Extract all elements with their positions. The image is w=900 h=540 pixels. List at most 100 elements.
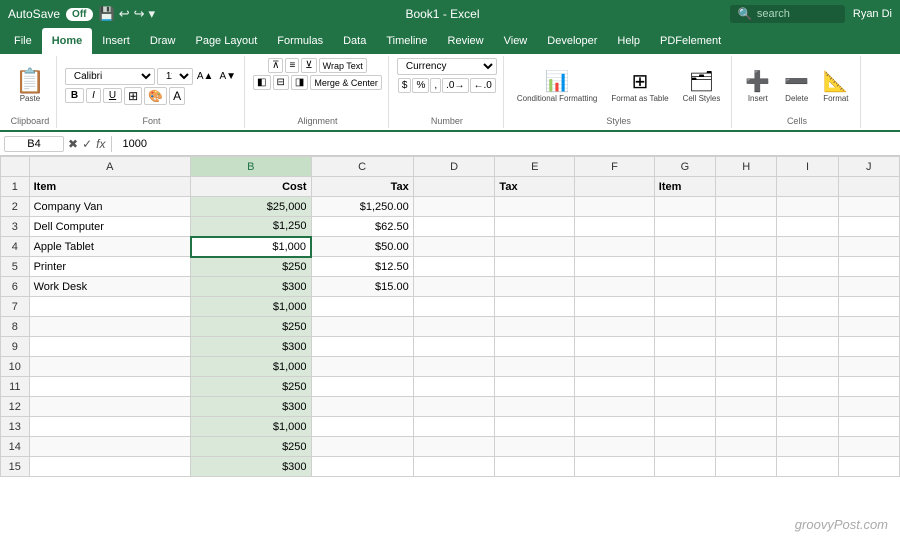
- cell-9-4[interactable]: [495, 337, 575, 357]
- col-header-f[interactable]: F: [575, 157, 655, 177]
- cell-6-5[interactable]: [575, 277, 655, 297]
- cell-6-6[interactable]: [654, 277, 715, 297]
- cell-2-8[interactable]: [777, 197, 838, 217]
- cell-15-1[interactable]: $300: [191, 457, 312, 477]
- row-header-13[interactable]: 13: [1, 417, 30, 437]
- delete-button[interactable]: ➖ Delete: [779, 66, 814, 106]
- tab-home[interactable]: Home: [42, 28, 93, 54]
- cell-9-1[interactable]: $300: [191, 337, 312, 357]
- tab-draw[interactable]: Draw: [140, 28, 186, 54]
- cell-1-8[interactable]: [777, 177, 838, 197]
- cell-11-5[interactable]: [575, 377, 655, 397]
- font-size-select[interactable]: 11: [157, 68, 193, 85]
- cell-7-2[interactable]: [311, 297, 413, 317]
- row-header-14[interactable]: 14: [1, 437, 30, 457]
- fill-color-button[interactable]: 🎨: [144, 87, 167, 105]
- cell-6-3[interactable]: [413, 277, 495, 297]
- col-header-b[interactable]: B: [191, 157, 312, 177]
- row-header-4[interactable]: 4: [1, 237, 30, 257]
- cell-4-0[interactable]: Apple Tablet: [29, 237, 190, 257]
- cell-6-1[interactable]: $300: [191, 277, 312, 297]
- save-icon[interactable]: 💾: [99, 6, 115, 22]
- row-header-1[interactable]: 1: [1, 177, 30, 197]
- cell-2-6[interactable]: [654, 197, 715, 217]
- cell-1-2[interactable]: Tax: [311, 177, 413, 197]
- align-middle-button[interactable]: ≡: [285, 58, 299, 73]
- undo-icon[interactable]: ↩: [119, 6, 130, 22]
- percent-button[interactable]: %: [412, 78, 429, 93]
- cell-15-7[interactable]: [716, 457, 777, 477]
- cell-1-6[interactable]: Item: [654, 177, 715, 197]
- col-header-d[interactable]: D: [413, 157, 495, 177]
- cell-13-8[interactable]: [777, 417, 838, 437]
- cell-5-5[interactable]: [575, 257, 655, 277]
- cell-10-2[interactable]: [311, 357, 413, 377]
- cell-15-4[interactable]: [495, 457, 575, 477]
- cell-7-4[interactable]: [495, 297, 575, 317]
- align-top-button[interactable]: ⊼: [268, 58, 283, 73]
- cell-5-7[interactable]: [716, 257, 777, 277]
- cell-2-9[interactable]: [838, 197, 899, 217]
- bold-button[interactable]: B: [65, 88, 84, 103]
- cell-styles-button[interactable]: 🗂 Cell Styles: [678, 66, 726, 106]
- col-header-e[interactable]: E: [495, 157, 575, 177]
- tab-help[interactable]: Help: [607, 28, 650, 54]
- cell-2-2[interactable]: $1,250.00: [311, 197, 413, 217]
- cell-9-2[interactable]: [311, 337, 413, 357]
- col-header-c[interactable]: C: [311, 157, 413, 177]
- cell-7-6[interactable]: [654, 297, 715, 317]
- cell-13-6[interactable]: [654, 417, 715, 437]
- row-header-12[interactable]: 12: [1, 397, 30, 417]
- cell-14-1[interactable]: $250: [191, 437, 312, 457]
- tab-review[interactable]: Review: [438, 28, 494, 54]
- tab-page-layout[interactable]: Page Layout: [185, 28, 267, 54]
- row-header-6[interactable]: 6: [1, 277, 30, 297]
- cell-5-1[interactable]: $250: [191, 257, 312, 277]
- format-button[interactable]: 📐 Format: [818, 66, 853, 106]
- cell-7-7[interactable]: [716, 297, 777, 317]
- cell-8-9[interactable]: [838, 317, 899, 337]
- cell-3-4[interactable]: [495, 217, 575, 237]
- cell-4-9[interactable]: [838, 237, 899, 257]
- cell-12-9[interactable]: [838, 397, 899, 417]
- col-header-i[interactable]: I: [777, 157, 838, 177]
- cell-3-0[interactable]: Dell Computer: [29, 217, 190, 237]
- cell-5-2[interactable]: $12.50: [311, 257, 413, 277]
- cell-13-9[interactable]: [838, 417, 899, 437]
- cell-3-9[interactable]: [838, 217, 899, 237]
- cell-1-0[interactable]: Item: [29, 177, 190, 197]
- cell-8-7[interactable]: [716, 317, 777, 337]
- autosave-badge[interactable]: Off: [66, 8, 92, 21]
- cell-11-9[interactable]: [838, 377, 899, 397]
- italic-button[interactable]: I: [86, 88, 101, 103]
- cell-9-3[interactable]: [413, 337, 495, 357]
- cell-2-5[interactable]: [575, 197, 655, 217]
- cell-1-9[interactable]: [838, 177, 899, 197]
- cell-14-4[interactable]: [495, 437, 575, 457]
- cell-15-3[interactable]: [413, 457, 495, 477]
- cell-9-6[interactable]: [654, 337, 715, 357]
- cell-8-8[interactable]: [777, 317, 838, 337]
- cell-4-1[interactable]: $1,000: [191, 237, 312, 257]
- cell-5-0[interactable]: Printer: [29, 257, 190, 277]
- align-left-button[interactable]: ◧: [253, 75, 270, 90]
- font-color-button[interactable]: A: [169, 87, 185, 105]
- cell-9-8[interactable]: [777, 337, 838, 357]
- cell-6-0[interactable]: Work Desk: [29, 277, 190, 297]
- tab-view[interactable]: View: [494, 28, 538, 54]
- cell-12-2[interactable]: [311, 397, 413, 417]
- row-header-3[interactable]: 3: [1, 217, 30, 237]
- cell-10-0[interactable]: [29, 357, 190, 377]
- align-center-button[interactable]: ⊟: [273, 75, 289, 90]
- increase-font-button[interactable]: A▲: [195, 70, 216, 83]
- row-header-7[interactable]: 7: [1, 297, 30, 317]
- cell-1-4[interactable]: Tax: [495, 177, 575, 197]
- number-format-select[interactable]: Currency General Number Percentage: [397, 58, 497, 75]
- row-header-15[interactable]: 15: [1, 457, 30, 477]
- cell-13-2[interactable]: [311, 417, 413, 437]
- search-box[interactable]: 🔍: [730, 5, 845, 23]
- cell-14-5[interactable]: [575, 437, 655, 457]
- cell-1-1[interactable]: Cost: [191, 177, 312, 197]
- cell-13-0[interactable]: [29, 417, 190, 437]
- cell-1-5[interactable]: [575, 177, 655, 197]
